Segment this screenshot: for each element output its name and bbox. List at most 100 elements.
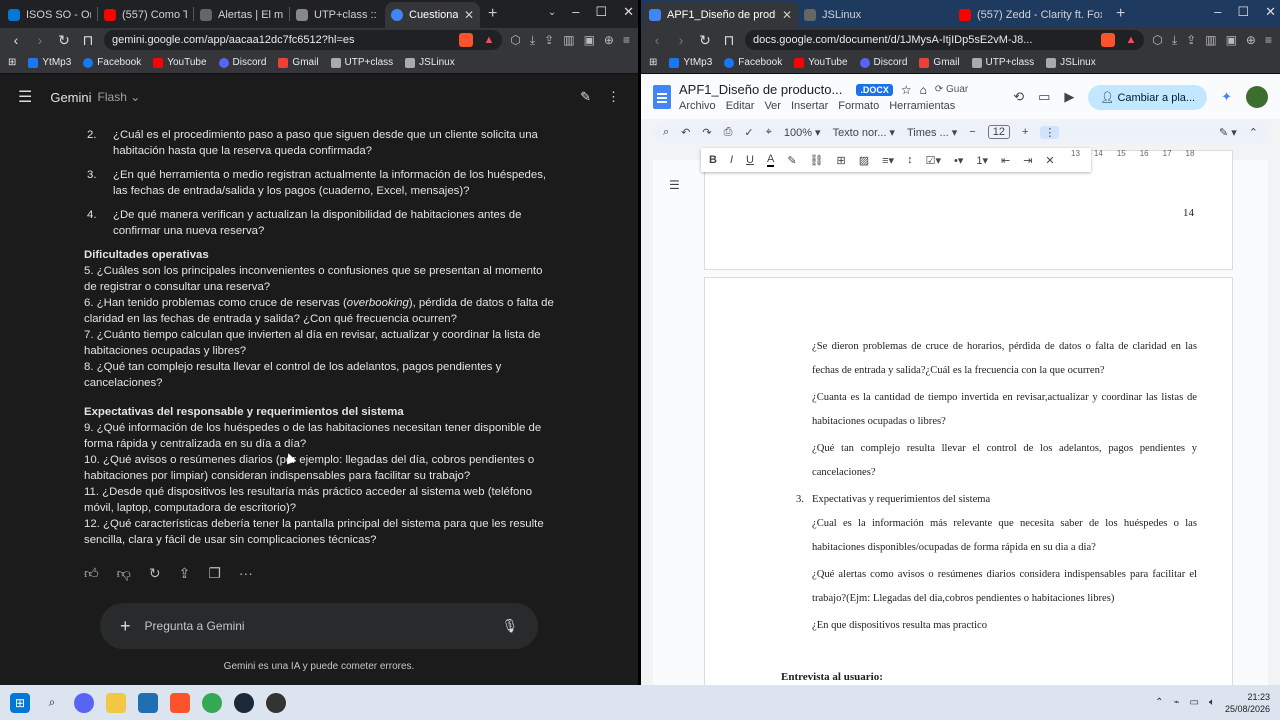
line-spacing-icon[interactable]: ↕: [907, 154, 913, 166]
menu-editar[interactable]: Editar: [726, 100, 755, 112]
monitor-icon[interactable]: ▭: [1190, 697, 1199, 708]
bookmark-facebook[interactable]: Facebook: [724, 57, 782, 68]
italic-icon[interactable]: I: [730, 154, 733, 166]
bookmark-icon[interactable]: ⊓: [721, 32, 737, 49]
bookmark-jslinux[interactable]: JSLinux: [405, 57, 455, 68]
chevron-down-icon[interactable]: ⌄: [548, 7, 556, 18]
vpn-icon[interactable]: ⊕: [1246, 33, 1256, 48]
indent-more-icon[interactable]: ⇥: [1023, 154, 1032, 167]
bookmark-youtube[interactable]: YouTube: [153, 57, 207, 68]
brave-shield-icon[interactable]: [1101, 33, 1116, 47]
comment-icon[interactable]: ⊞: [837, 154, 846, 167]
close-window-button[interactable]: ✕: [623, 4, 634, 20]
sidebar-icon[interactable]: ▥: [563, 33, 574, 48]
wallet-icon[interactable]: ▣: [1226, 33, 1237, 48]
undo-icon[interactable]: ↶: [681, 126, 690, 139]
maximize-button[interactable]: ☐: [595, 4, 607, 20]
extension-icon[interactable]: ⬡: [1152, 33, 1162, 48]
apps-icon[interactable]: ⊞: [8, 57, 16, 68]
app-icon[interactable]: [266, 692, 286, 713]
chevron-up-icon[interactable]: ⌃: [1249, 126, 1258, 139]
volume-icon[interactable]: 🔈︎: [1209, 697, 1215, 708]
copy-icon[interactable]: ❐: [208, 565, 221, 582]
minimize-button[interactable]: –: [572, 4, 579, 20]
search-icon[interactable]: ⌕: [42, 693, 62, 713]
bookmark-ytmp3[interactable]: YtMp3: [669, 57, 712, 68]
indent-less-icon[interactable]: ⇤: [1001, 154, 1010, 167]
model-selector[interactable]: Flash ⌄: [98, 90, 141, 104]
history-icon[interactable]: ⟲: [1013, 89, 1024, 105]
move-icon[interactable]: ⌂: [920, 83, 927, 97]
extension-icon[interactable]: ⬡: [510, 33, 520, 48]
bookmark-gmail[interactable]: Gmail: [278, 57, 319, 68]
font-select[interactable]: Times ... ▾: [907, 126, 957, 139]
bold-icon[interactable]: B: [709, 154, 717, 166]
link-icon[interactable]: ⛓: [810, 154, 824, 167]
menu-formato[interactable]: Formato: [838, 100, 879, 112]
numbered-list-icon[interactable]: 1▾: [976, 154, 988, 167]
microphone-icon[interactable]: 🎙︎: [501, 618, 518, 634]
document-title[interactable]: APF1_Diseño de producto...: [679, 82, 842, 97]
share-icon[interactable]: ⇪: [179, 565, 191, 582]
decrease-font-icon[interactable]: −: [969, 126, 975, 138]
reload-icon[interactable]: ↻: [56, 32, 72, 49]
back-icon[interactable]: ‹: [8, 32, 24, 48]
bookmark-ytmp3[interactable]: YtMp3: [28, 57, 71, 68]
avatar[interactable]: [1246, 86, 1268, 108]
spellcheck-icon[interactable]: ✓: [744, 126, 753, 139]
bookmark-discord[interactable]: Discord: [859, 57, 907, 68]
menu-icon[interactable]: ≡: [623, 33, 630, 48]
share-button[interactable]: 👤︎ Cambiar a pla...: [1088, 84, 1208, 110]
brave-rewards-icon[interactable]: ▲: [483, 34, 494, 46]
more-icon[interactable]: ···: [239, 565, 253, 582]
thumbs-up-icon[interactable]: 👍︎: [84, 565, 99, 582]
menu-ver[interactable]: Ver: [764, 100, 781, 112]
close-window-button[interactable]: ✕: [1265, 4, 1276, 20]
underline-icon[interactable]: U: [746, 154, 754, 166]
discord-icon[interactable]: [74, 692, 94, 713]
increase-font-icon[interactable]: +: [1022, 126, 1028, 138]
brave-icon[interactable]: [170, 692, 190, 713]
paint-format-icon[interactable]: ⌖: [766, 126, 772, 139]
gemini-icon[interactable]: ✦: [1221, 89, 1232, 105]
brave-shield-icon[interactable]: [459, 33, 474, 47]
network-icon[interactable]: ⌁: [1173, 697, 1179, 708]
tab-youtube[interactable]: (557) Como TRA: [98, 2, 193, 28]
reload-icon[interactable]: ↻: [697, 32, 713, 49]
url-field[interactable]: gemini.google.com/app/aacaa12dc7fc6512?h…: [104, 30, 503, 50]
bookmark-facebook[interactable]: Facebook: [83, 57, 141, 68]
tab-zedd[interactable]: (557) Zedd - Clarity ft. Foxes - Y: [953, 2, 1108, 28]
bullet-list-icon[interactable]: •▾: [954, 154, 963, 167]
maximize-button[interactable]: ☐: [1237, 4, 1249, 20]
more-icon[interactable]: ⋮: [1040, 125, 1060, 139]
text-color-icon[interactable]: A: [766, 153, 775, 167]
forward-icon[interactable]: ›: [32, 32, 48, 48]
tab-apf1[interactable]: APF1_Diseño de productos y s ✕: [643, 2, 798, 28]
search-icon[interactable]: ⌕: [663, 126, 669, 139]
tab-onedrive[interactable]: ISOS SO - OneD: [2, 2, 97, 28]
sidebar-icon[interactable]: ▥: [1205, 33, 1216, 48]
highlight-icon[interactable]: ✎: [787, 154, 796, 167]
clock[interactable]: 21:23 25/08/2026: [1225, 691, 1270, 715]
menu-icon[interactable]: ☰: [18, 87, 32, 107]
close-icon[interactable]: ✕: [464, 8, 474, 22]
wallet-icon[interactable]: ▣: [584, 33, 595, 48]
edit-mode-icon[interactable]: ✎ ▾: [1219, 126, 1237, 139]
style-select[interactable]: Texto nor... ▾: [833, 126, 895, 139]
zoom-select[interactable]: 100% ▾: [784, 126, 821, 139]
new-chat-icon[interactable]: ✎: [580, 89, 591, 105]
regenerate-icon[interactable]: ↻: [149, 565, 161, 582]
menu-archivo[interactable]: Archivo: [679, 100, 716, 112]
file-explorer-icon[interactable]: [106, 692, 126, 713]
new-tab-button[interactable]: +: [480, 5, 505, 23]
comments-icon[interactable]: ▭: [1038, 89, 1050, 105]
bookmark-youtube[interactable]: YouTube: [794, 57, 848, 68]
forward-icon[interactable]: ›: [673, 32, 689, 48]
bookmark-gmail[interactable]: Gmail: [919, 57, 960, 68]
clear-format-icon[interactable]: ✕: [1045, 154, 1054, 167]
outline-icon[interactable]: ☰: [669, 178, 680, 192]
apps-icon[interactable]: ⊞: [649, 57, 657, 68]
tab-cuestionario[interactable]: Cuestionario ✕: [385, 2, 480, 28]
print-icon[interactable]: ⎙: [724, 126, 733, 139]
url-field[interactable]: docs.google.com/document/d/1JMysA-ItjIDp…: [745, 30, 1145, 50]
